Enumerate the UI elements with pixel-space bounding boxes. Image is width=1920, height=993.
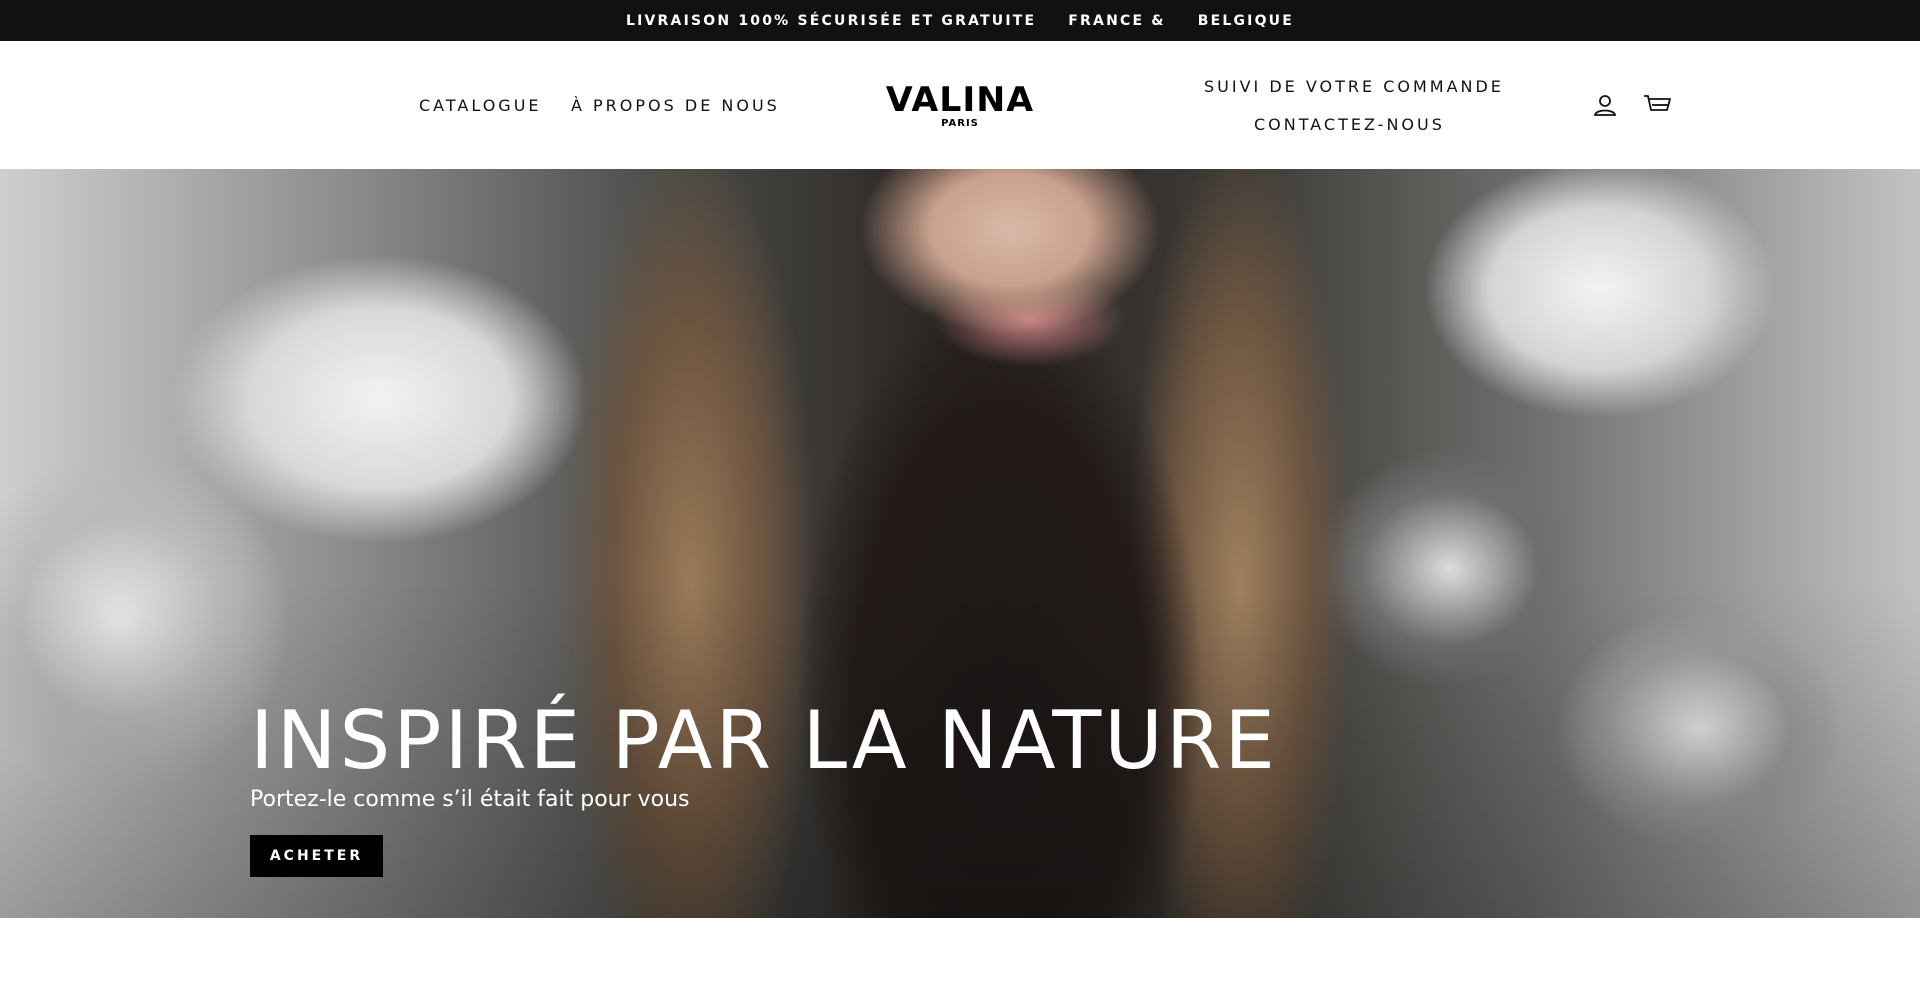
hero-title: INSPIRÉ PAR LA NATURE	[250, 694, 1278, 787]
shopping-cart-icon[interactable]	[1642, 91, 1671, 119]
announcement-text-france: FRANCE &	[1068, 12, 1166, 29]
logo-wordmark: VALINA	[885, 80, 1035, 120]
nav-link-order-tracking[interactable]: SUIVI DE VOTRE COMMANDE	[1204, 77, 1504, 96]
hero-subtitle: Portez-le comme s’il était fait pour vou…	[250, 787, 690, 812]
site-header: CATALOGUE À PROPOS DE NOUS VALINA PARIS …	[0, 41, 1920, 169]
nav-link-contact[interactable]: CONTACTEZ-NOUS	[1254, 115, 1445, 134]
announcement-text-belgium: BELGIQUE	[1197, 12, 1295, 29]
nav-link-catalogue[interactable]: CATALOGUE	[419, 96, 542, 115]
site-logo[interactable]: VALINA PARIS	[882, 83, 1038, 129]
user-account-icon[interactable]	[1591, 91, 1619, 119]
shop-now-button[interactable]: ACHETER	[250, 835, 383, 877]
announcement-text-delivery: LIVRAISON 100% SÉCURISÉE ET GRATUITE	[625, 12, 1037, 29]
hero-banner: INSPIRÉ PAR LA NATURE Portez-le comme s’…	[0, 169, 1920, 918]
announcement-bar: LIVRAISON 100% SÉCURISÉE ET GRATUITE FRA…	[0, 0, 1920, 41]
nav-link-about-us[interactable]: À PROPOS DE NOUS	[571, 96, 780, 115]
page-content-area	[0, 918, 1920, 993]
